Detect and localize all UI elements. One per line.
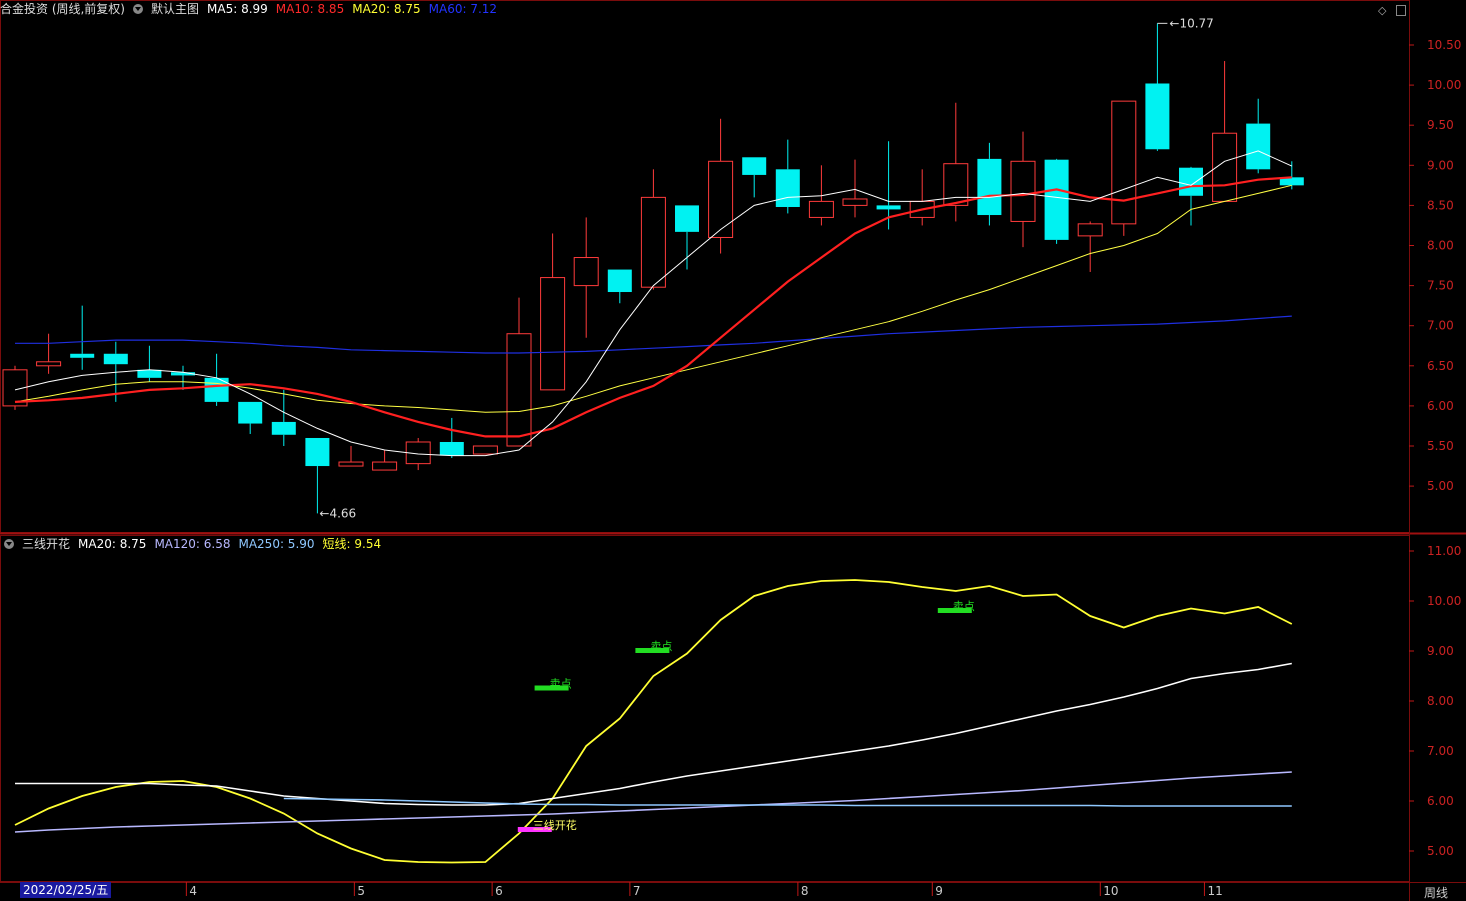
candle-down [876,205,901,210]
candle-up [573,257,599,287]
ma60-line [15,315,1292,354]
candle-up [338,461,364,467]
diamond-icon[interactable]: ◇ [1378,4,1386,17]
sub-ma-label-0: MA20: 8.75 [78,537,147,551]
dropdown-icon[interactable] [133,4,143,14]
maximize-icon[interactable] [1396,5,1406,16]
candle-down [1044,159,1069,240]
price-tick-label: 7.00 [1427,319,1454,333]
signal-label: 卖点 [550,678,572,691]
sub-tick-label: 9.00 [1427,644,1454,658]
sub-frame [0,535,1410,882]
candle-up [1111,100,1137,225]
candle-down [305,437,330,467]
main-header: 合金投资 (周线,前复权) 默认主图 MA5: 8.99 MA10: 8.85 MA… [0,0,497,18]
kline-canvas[interactable]: 10.50 10.00 9.50 9.00 8.50 8.00 7.50 7.00 6.50 6.… [0,0,1466,901]
sub-tick-label: 8.00 [1427,694,1454,708]
candle-up [1077,223,1103,237]
main-ma-label-3: MA60: 7.12 [428,2,498,16]
main-ma-label-0: MA5: 8.99 [207,2,268,16]
price-tick-label: 8.00 [1427,239,1454,253]
main-ma-legend: MA5: 8.99 MA10: 8.85 MA20: 8.75 MA60: 7.12 [207,0,497,18]
price-tick-label: 5.50 [1427,439,1454,453]
chart-window: 10.50 10.00 9.50 9.00 8.50 8.00 7.50 7.00 6.50 6.… [0,0,1466,901]
month-label: 11 [1207,884,1222,898]
candle-up [1010,160,1036,222]
candle-down [1179,167,1203,196]
price-tick-label: 5.00 [1427,479,1454,493]
main-subtitle[interactable]: 默认主图 [151,0,199,18]
candle-down [775,169,800,208]
candle-down [238,401,263,424]
candle-up [640,196,666,288]
month-label: 7 [633,884,641,898]
candle-down [742,157,767,175]
sub-tick-label: 11.00 [1427,544,1461,558]
candle-up [808,200,834,218]
high-price-label: ←10.77 [1169,16,1213,30]
sub-tick-label: 7.00 [1427,744,1454,758]
cursor-date: 2022/02/25/五 [20,882,112,898]
sub-tick-label: 10.00 [1427,594,1461,608]
candle-down [103,353,128,365]
month-label: 9 [935,884,943,898]
sub-ma-label-1: MA120: 6.58 [154,537,231,551]
price-tick-label: 9.00 [1427,158,1454,172]
price-tick-label: 6.00 [1427,399,1454,413]
sub-ma-label-2: MA250: 5.90 [238,537,315,551]
month-label: 10 [1103,884,1118,898]
candle-up [943,163,969,206]
period-label[interactable]: 周线 [1424,884,1448,901]
candle-down [1246,123,1271,170]
candle-down [137,369,162,378]
dropdown-icon[interactable] [4,539,14,549]
main-ma-label-2: MA20: 8.75 [352,2,421,16]
price-tick-label: 7.50 [1427,279,1454,293]
signal-label: 三线开花 [533,818,577,832]
sub-title[interactable]: 三线开花 [22,535,70,553]
month-label: 8 [801,884,809,898]
candle-down [1145,83,1170,150]
sub-tick-label: 6.00 [1427,794,1454,808]
main-ma-label-1: MA10: 8.85 [275,2,345,16]
sub-ma-label-3: 短线: 9.54 [322,537,382,551]
candle-up [36,361,62,367]
series-短线 [14,579,1293,864]
candle-up [540,277,566,391]
sub-header: 三线开花 MA20: 8.75 MA120: 6.58 MA250: 5.90 短线:… [0,535,381,553]
series-MA20 [15,662,1292,806]
month-label: 6 [495,884,503,898]
candle-down [607,269,632,293]
candle-up [708,160,734,238]
series-MA120 [14,771,1292,833]
candle-up [506,333,532,447]
candle-down [271,421,296,435]
price-tick-label: 6.50 [1427,359,1454,373]
signal-label: 卖点 [953,600,975,613]
signal-label: 卖点 [650,640,672,653]
sub-ma-legend: MA20: 8.75 MA120: 6.58 MA250: 5.90 短线: 9.54 [78,535,381,553]
sub-tick-label: 5.00 [1427,844,1454,858]
candle-up [372,461,398,471]
price-tick-label: 10.50 [1427,38,1461,52]
candle-down [439,441,464,456]
main-frame [0,0,1410,533]
low-price-label: ←4.66 [319,506,356,520]
candle-down [70,353,95,358]
candle-down [977,158,1002,216]
main-title[interactable]: 合金投资 (周线,前复权) [0,0,125,18]
month-label: 5 [357,884,365,898]
month-label: 4 [189,884,197,898]
candle-up [472,445,498,455]
candle-down [675,205,699,232]
candle-up [842,198,868,206]
price-tick-label: 10.00 [1427,78,1461,92]
price-tick-label: 9.50 [1427,118,1454,132]
price-tick-label: 8.50 [1427,198,1454,212]
